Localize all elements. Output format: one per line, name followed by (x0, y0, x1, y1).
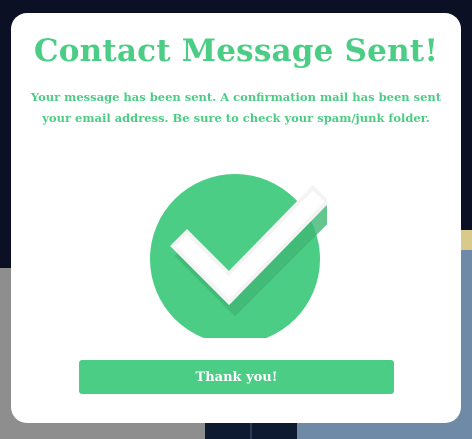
modal-title: Contact Message Sent! (33, 33, 439, 69)
modal-message: Your message has been sent. A confirmati… (30, 90, 442, 125)
thank-you-button[interactable]: Thank you! (79, 360, 394, 394)
check-circle-icon (147, 162, 327, 338)
confirmation-modal: Contact Message Sent! Your message has b… (11, 13, 461, 423)
